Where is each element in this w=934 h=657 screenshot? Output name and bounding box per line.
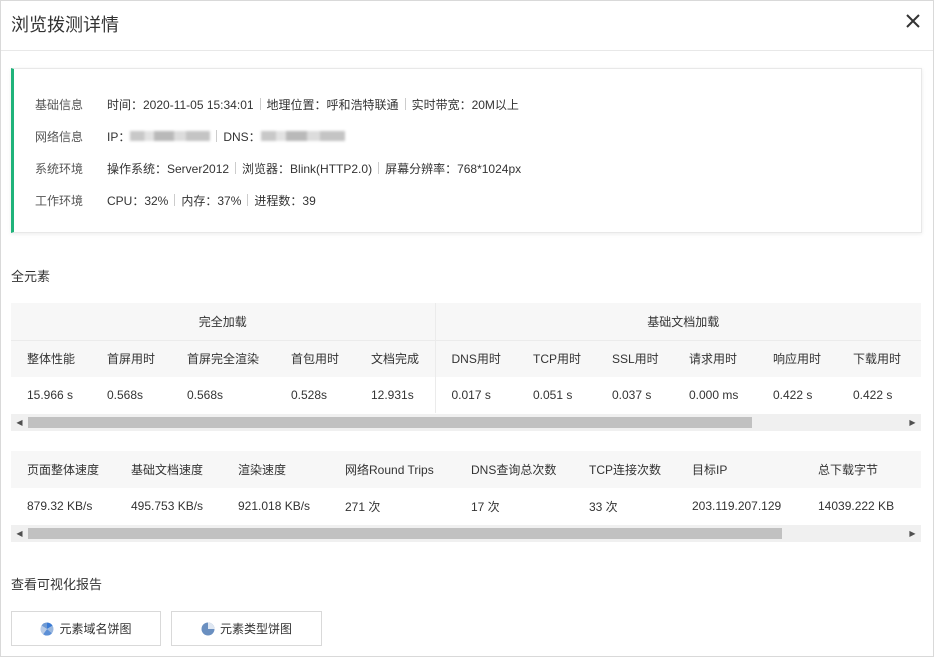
col-page-speed: 页面整体速度	[11, 451, 115, 488]
col-round-trips: 网络Round Trips	[329, 451, 455, 488]
col-first-screen-render: 首屏完全渲染	[171, 340, 275, 377]
network-info-label: 网络信息	[35, 129, 84, 144]
col-first-packet-time: 首包用时	[275, 340, 355, 377]
cell-ssl-time: 0.037 s	[596, 377, 673, 413]
col-total-bytes: 总下载字节	[802, 451, 921, 488]
work-env-label: 工作环境	[35, 193, 84, 208]
group-doc-load: 基础文档加载	[434, 303, 921, 341]
close-button[interactable]	[903, 11, 923, 31]
test-location: 地理位置：呼和浩特联通	[266, 97, 399, 112]
bandwidth: 实时带宽：20M以上	[411, 97, 519, 112]
scroll-left-arrow-icon[interactable]: ◀	[11, 525, 28, 542]
cell-round-trips: 271 次	[329, 488, 455, 525]
scroll-right-arrow-icon[interactable]: ▶	[904, 525, 921, 542]
cell-target-ip: 203.119.207.129	[676, 488, 802, 525]
memory-usage: 内存：37%	[181, 193, 242, 208]
type-pie-button[interactable]: 元素类型饼图	[171, 611, 322, 646]
divider	[378, 162, 380, 174]
timing-table-wrap[interactable]: 完全加载 基础文档加载 整体性能 首屏用时 首屏完全渲染 首包用时 文档完成 D…	[11, 303, 921, 413]
speed-table-scrollbar[interactable]: ◀ ▶	[11, 525, 921, 542]
col-request-time: 请求用时	[673, 340, 757, 377]
col-download-time: 下载用时	[837, 340, 921, 377]
ip-value-redacted	[130, 131, 211, 141]
cpu-usage: CPU：32%	[107, 193, 169, 208]
scroll-right-arrow-icon[interactable]: ▶	[904, 414, 921, 431]
group-full-load: 完全加载	[11, 303, 435, 341]
cell-dns-queries: 17 次	[455, 488, 573, 525]
cell-dns-time: 0.017 s	[434, 377, 517, 413]
basic-info-label: 基础信息	[35, 97, 84, 112]
timing-table: 完全加载 基础文档加载 整体性能 首屏用时 首屏完全渲染 首包用时 文档完成 D…	[11, 303, 921, 413]
col-ssl-time: SSL用时	[596, 340, 673, 377]
dialog-title: 浏览拨测详情	[11, 15, 119, 35]
table-row: 15.966 s 0.568s 0.568s 0.528s 12.931s 0.…	[11, 377, 921, 413]
cell-render-speed: 921.018 KB/s	[222, 488, 329, 525]
speed-table-wrap[interactable]: 页面整体速度 基础文档速度 渲染速度 网络Round Trips DNS查询总次…	[11, 451, 921, 525]
basic-info-row: 基础信息 时间：2020-11-05 15:34:01 地理位置：呼和浩特联通 …	[35, 94, 519, 114]
all-elements-title: 全元素	[11, 269, 51, 284]
divider	[259, 98, 261, 110]
system-env-row: 系统环境 操作系统：Server2012 浏览器：Blink(HTTP2.0) …	[35, 158, 521, 178]
network-info-row: 网络信息 IP： DNS：	[35, 126, 345, 146]
cell-page-speed: 879.32 KB/s	[11, 488, 115, 525]
basic-info-card: 基础信息 时间：2020-11-05 15:34:01 地理位置：呼和浩特联通 …	[11, 68, 922, 233]
table-row: 879.32 KB/s 495.753 KB/s 921.018 KB/s 27…	[11, 488, 921, 525]
cell-tcp-time: 0.051 s	[517, 377, 596, 413]
pie-chart-icon	[201, 622, 215, 635]
cell-first-packet-time: 0.528s	[275, 377, 355, 413]
test-time: 时间：2020-11-05 15:34:01	[107, 97, 254, 112]
cell-response-time: 0.422 s	[757, 377, 837, 413]
ip-label: IP：	[107, 129, 131, 144]
cell-first-screen-time: 0.568s	[91, 377, 171, 413]
divider	[404, 98, 406, 110]
cell-overall-performance: 15.966 s	[11, 377, 91, 413]
divider	[174, 194, 176, 206]
cell-tcp-connections: 33 次	[573, 488, 676, 525]
col-first-screen-time: 首屏用时	[91, 340, 171, 377]
browse-test-detail-dialog: 浏览拨测详情 基础信息 时间：2020-11-05 15:34:01 地理位置：…	[0, 0, 934, 657]
cell-total-bytes: 14039.222 KB	[802, 488, 921, 525]
domain-pie-button[interactable]: 元素域名饼图	[11, 611, 161, 646]
domain-pie-icon	[40, 621, 54, 636]
col-overall-performance: 整体性能	[11, 340, 91, 377]
col-render-speed: 渲染速度	[222, 451, 329, 488]
col-response-time: 响应用时	[757, 340, 837, 377]
cell-doc-speed: 495.753 KB/s	[115, 488, 222, 525]
col-tcp-connections: TCP连接次数	[573, 451, 676, 488]
speed-header-row: 页面整体速度 基础文档速度 渲染速度 网络Round Trips DNS查询总次…	[11, 451, 921, 488]
system-env-label: 系统环境	[35, 161, 84, 176]
col-doc-speed: 基础文档速度	[115, 451, 222, 488]
scrollbar-thumb[interactable]	[28, 417, 752, 428]
col-dns-time: DNS用时	[434, 340, 517, 377]
cell-download-time: 0.422 s	[837, 377, 921, 413]
col-target-ip: 目标IP	[676, 451, 802, 488]
os: 操作系统：Server2012	[107, 161, 230, 176]
speed-table: 页面整体速度 基础文档速度 渲染速度 网络Round Trips DNS查询总次…	[11, 451, 921, 525]
col-tcp-time: TCP用时	[517, 340, 596, 377]
domain-pie-label: 元素域名饼图	[59, 622, 132, 636]
dialog-header: 浏览拨测详情	[1, 1, 933, 51]
process-count: 进程数：39	[254, 193, 316, 208]
scroll-left-arrow-icon[interactable]: ◀	[11, 414, 28, 431]
close-icon	[906, 14, 920, 28]
col-dns-queries: DNS查询总次数	[455, 451, 573, 488]
browser: 浏览器：Blink(HTTP2.0)	[242, 161, 373, 176]
timing-table-scrollbar[interactable]: ◀ ▶	[11, 414, 921, 431]
scrollbar-thumb[interactable]	[28, 528, 782, 539]
col-doc-complete: 文档完成	[355, 340, 435, 377]
divider	[247, 194, 249, 206]
resolution: 屏幕分辨率：768*1024px	[385, 161, 522, 176]
timing-header-row: 整体性能 首屏用时 首屏完全渲染 首包用时 文档完成 DNS用时 TCP用时 S…	[11, 340, 921, 377]
cell-first-screen-render: 0.568s	[171, 377, 275, 413]
cell-doc-complete: 12.931s	[355, 377, 435, 413]
divider	[235, 162, 237, 174]
work-env-row: 工作环境 CPU：32% 内存：37% 进程数：39	[35, 190, 316, 210]
cell-request-time: 0.000 ms	[673, 377, 757, 413]
type-pie-label: 元素类型饼图	[219, 622, 292, 636]
visual-report-title: 查看可视化报告	[11, 577, 103, 592]
divider	[216, 130, 218, 142]
dns-label: DNS：	[223, 129, 261, 144]
dns-value-redacted	[260, 131, 345, 141]
